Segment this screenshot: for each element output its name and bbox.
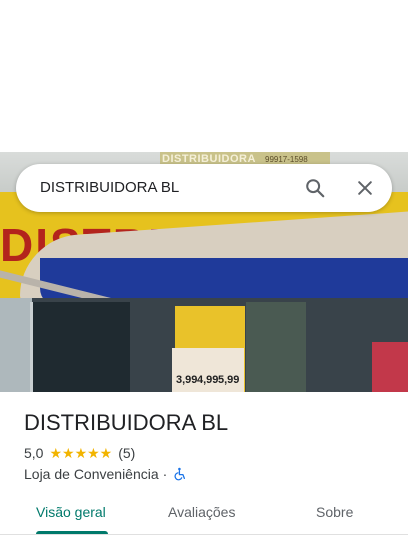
category-row: Loja de Conveniência · bbox=[24, 465, 187, 483]
tabs-divider bbox=[0, 534, 408, 535]
place-category: Loja de Conveniência bbox=[24, 466, 159, 482]
photo-glass-right bbox=[246, 302, 306, 392]
rating-row[interactable]: 5,0 ★★★★★ (5) bbox=[24, 444, 135, 462]
wheelchair-accessible-icon bbox=[174, 467, 186, 481]
tab-about[interactable]: Sobre bbox=[316, 504, 353, 520]
photo-shelves bbox=[372, 342, 408, 392]
tab-reviews[interactable]: Avaliações bbox=[168, 504, 235, 520]
photo-door bbox=[30, 302, 130, 392]
photo-price-1: 3,99 bbox=[176, 374, 198, 386]
rating-value: 5,0 bbox=[24, 445, 44, 461]
category-separator: · bbox=[162, 466, 168, 482]
review-count[interactable]: (5) bbox=[118, 445, 135, 461]
search-icon[interactable] bbox=[304, 177, 326, 199]
star-rating-icon: ★★★★★ bbox=[49, 444, 113, 461]
photo-sign-phone: 99917-1598 bbox=[265, 155, 308, 164]
photo-price-3: 5,99 bbox=[218, 374, 240, 386]
search-input[interactable]: DISTRIBUIDORA BL bbox=[40, 179, 179, 196]
place-page: DISTRIBUIDORA 99917-1598 DISTRIBUIDORA 3… bbox=[0, 0, 408, 544]
close-icon[interactable] bbox=[355, 178, 375, 198]
search-bar[interactable]: DISTRIBUIDORA BL bbox=[16, 164, 392, 212]
photo-price-2: 4,99 bbox=[197, 374, 219, 386]
place-title: DISTRIBUIDORA BL bbox=[24, 410, 229, 435]
tab-overview[interactable]: Visão geral bbox=[36, 504, 106, 520]
photo-glass-left bbox=[0, 298, 32, 392]
